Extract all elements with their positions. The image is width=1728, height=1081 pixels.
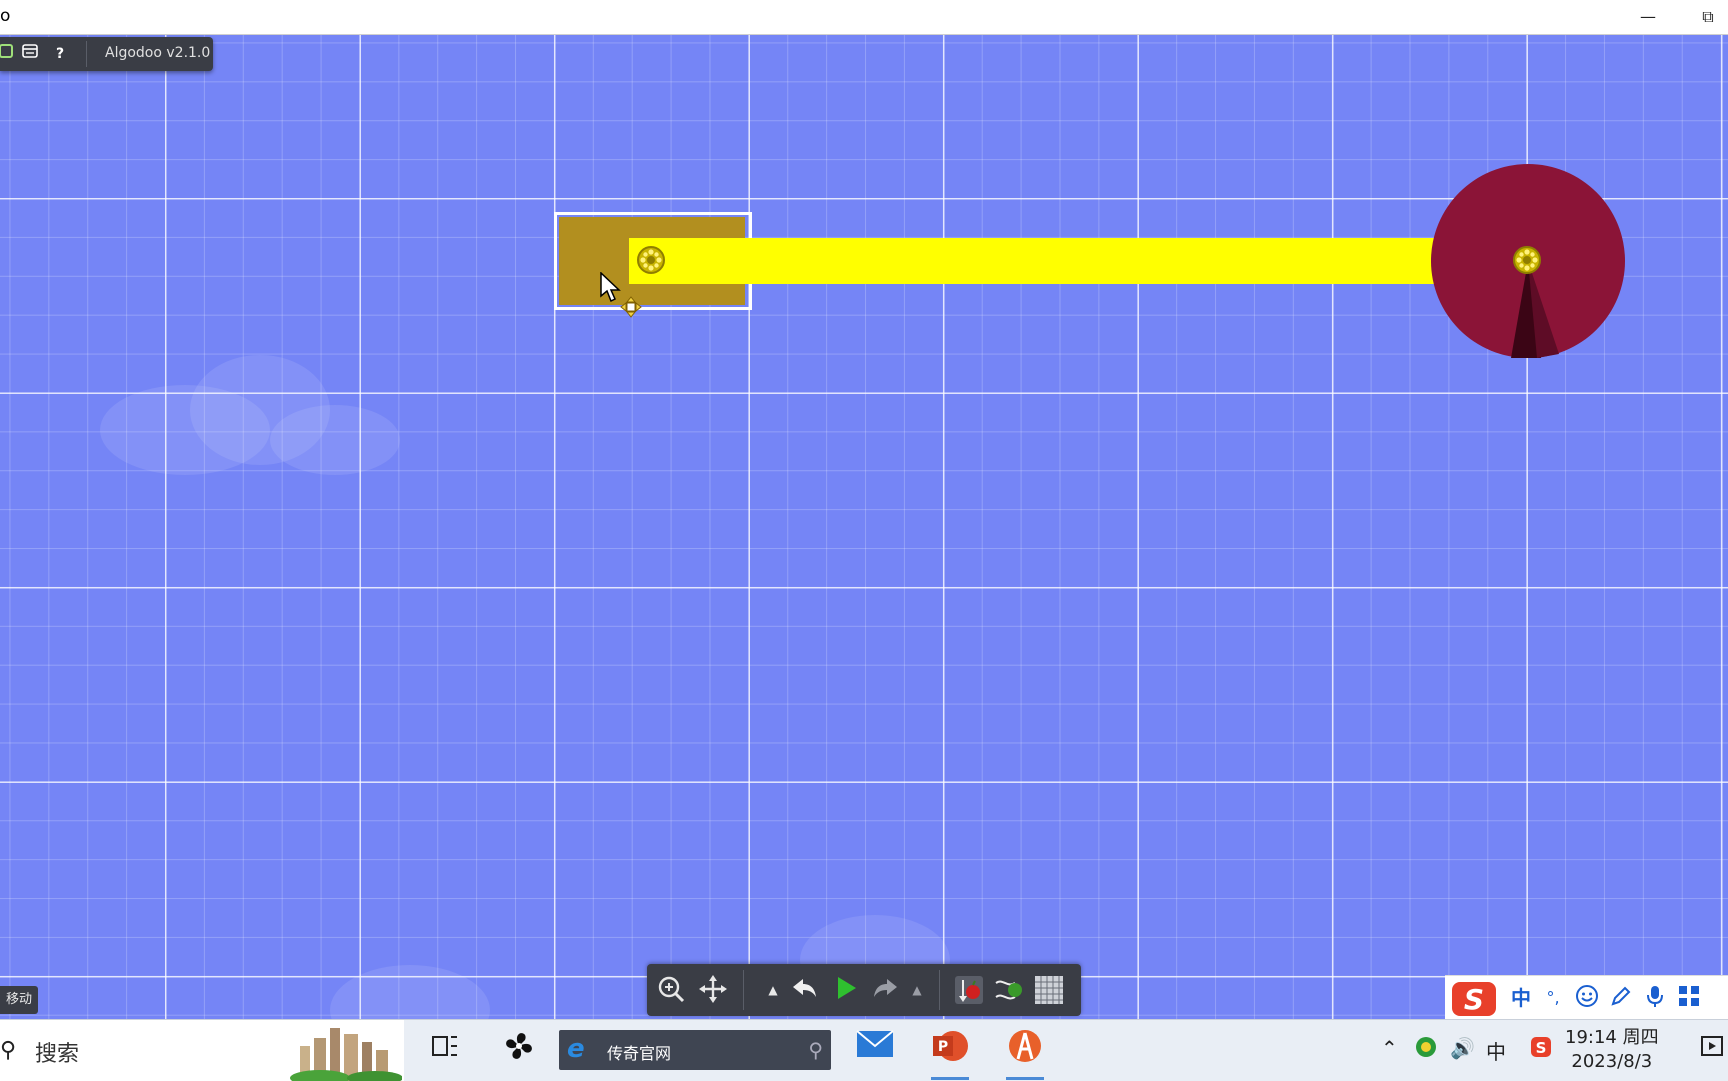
zoom-icon[interactable]: [655, 974, 687, 1006]
microphone-icon[interactable]: [1641, 984, 1669, 1012]
taskbar-search-box[interactable]: ⚲ 搜索: [0, 1020, 404, 1081]
window-title: o: [0, 6, 11, 26]
mail-app-icon[interactable]: [852, 1028, 898, 1074]
restore-icon: ⧉: [1702, 7, 1714, 26]
top-left-toolbar: ? Algodoo v2.1.0: [0, 37, 213, 71]
window-icon[interactable]: [20, 44, 40, 64]
simulation-toolbar: ▲ ▲: [647, 964, 1081, 1016]
hinge-icon[interactable]: [636, 245, 666, 275]
volume-icon[interactable]: 🔊: [1450, 1036, 1475, 1060]
input-language-indicator[interactable]: 中: [1486, 1036, 1506, 1065]
air-friction-icon[interactable]: [993, 974, 1025, 1006]
pan-icon[interactable]: [697, 974, 729, 1006]
mouse-cursor-icon: [600, 272, 621, 303]
undo-menu-icon[interactable]: ▲: [757, 974, 789, 1006]
ie-window-title: 传奇官网: [607, 1044, 672, 1063]
clock-date: 2023/8/3: [1571, 1051, 1653, 1072]
notification-icon[interactable]: [1700, 1034, 1724, 1063]
bar-shape[interactable]: [629, 238, 1551, 284]
cloud-decoration: [270, 405, 400, 475]
powerpoint-app-icon[interactable]: P: [927, 1028, 973, 1080]
hinge-icon[interactable]: [1512, 245, 1542, 275]
task-view-icon[interactable]: [422, 1028, 468, 1074]
toolbar-separator: [939, 970, 940, 1010]
ie-browser-button[interactable]: e 传奇官网 ⚲: [559, 1030, 831, 1070]
save-icon[interactable]: [0, 44, 16, 64]
restore-button[interactable]: ⧉: [1688, 2, 1728, 32]
tool-status-label: 移动: [0, 986, 39, 1014]
minimize-button[interactable]: —: [1628, 2, 1668, 32]
gravity-icon[interactable]: [953, 974, 985, 1006]
svg-text:S: S: [1464, 983, 1484, 1016]
move-handle-icon[interactable]: [620, 296, 642, 318]
redo-menu-icon[interactable]: ▲: [901, 974, 933, 1006]
minimize-icon: —: [1640, 7, 1656, 26]
help-icon[interactable]: ?: [50, 44, 70, 64]
ie-icon: e: [567, 1034, 585, 1064]
sogou-logo-icon[interactable]: S: [1449, 980, 1499, 1018]
redo-icon[interactable]: [869, 974, 901, 1006]
grid-icon[interactable]: [1033, 974, 1065, 1006]
cloud-decoration: [330, 965, 490, 1019]
ime-toolbar: S 中 °,: [1445, 975, 1728, 1020]
svg-text:P: P: [938, 1039, 948, 1055]
window-title-bar: o — ⧉: [0, 0, 1728, 35]
search-icon: ⚲: [0, 1038, 17, 1063]
search-highlight-city-icon: [290, 1028, 402, 1081]
windows-taskbar: ⚲ 搜索 e 传奇官网 ⚲ P ⌃ 🔊 中 S 19:14 周四 2023/8/…: [0, 1019, 1728, 1081]
toolbar-separator: [86, 41, 87, 67]
version-label: Algodoo v2.1.0: [105, 45, 211, 61]
play-icon[interactable]: [829, 974, 861, 1006]
search-icon: ⚲: [808, 1038, 823, 1062]
emoji-icon[interactable]: [1573, 984, 1601, 1012]
clock-time: 19:14 周四: [1565, 1027, 1659, 1048]
chevron-up-icon[interactable]: ⌃: [1381, 1036, 1398, 1060]
search-placeholder: 搜索: [35, 1042, 80, 1067]
ime-punctuation-mode[interactable]: °,: [1539, 984, 1567, 1012]
toolbar-separator: [743, 970, 744, 1010]
undo-icon[interactable]: [789, 974, 821, 1006]
svg-text:S: S: [1536, 1039, 1547, 1057]
handwriting-icon[interactable]: [1607, 984, 1635, 1012]
ime-chinese-mode[interactable]: 中: [1507, 984, 1535, 1012]
network-status-icon[interactable]: [1415, 1036, 1437, 1063]
algodoo-app-icon[interactable]: [1002, 1028, 1048, 1080]
sogou-tray-icon[interactable]: S: [1530, 1036, 1552, 1063]
taskbar-clock[interactable]: 19:14 周四 2023/8/3: [1565, 1026, 1659, 1074]
pinwheel-app-icon[interactable]: [496, 1028, 542, 1074]
ime-toolbox-icon[interactable]: [1675, 984, 1703, 1012]
